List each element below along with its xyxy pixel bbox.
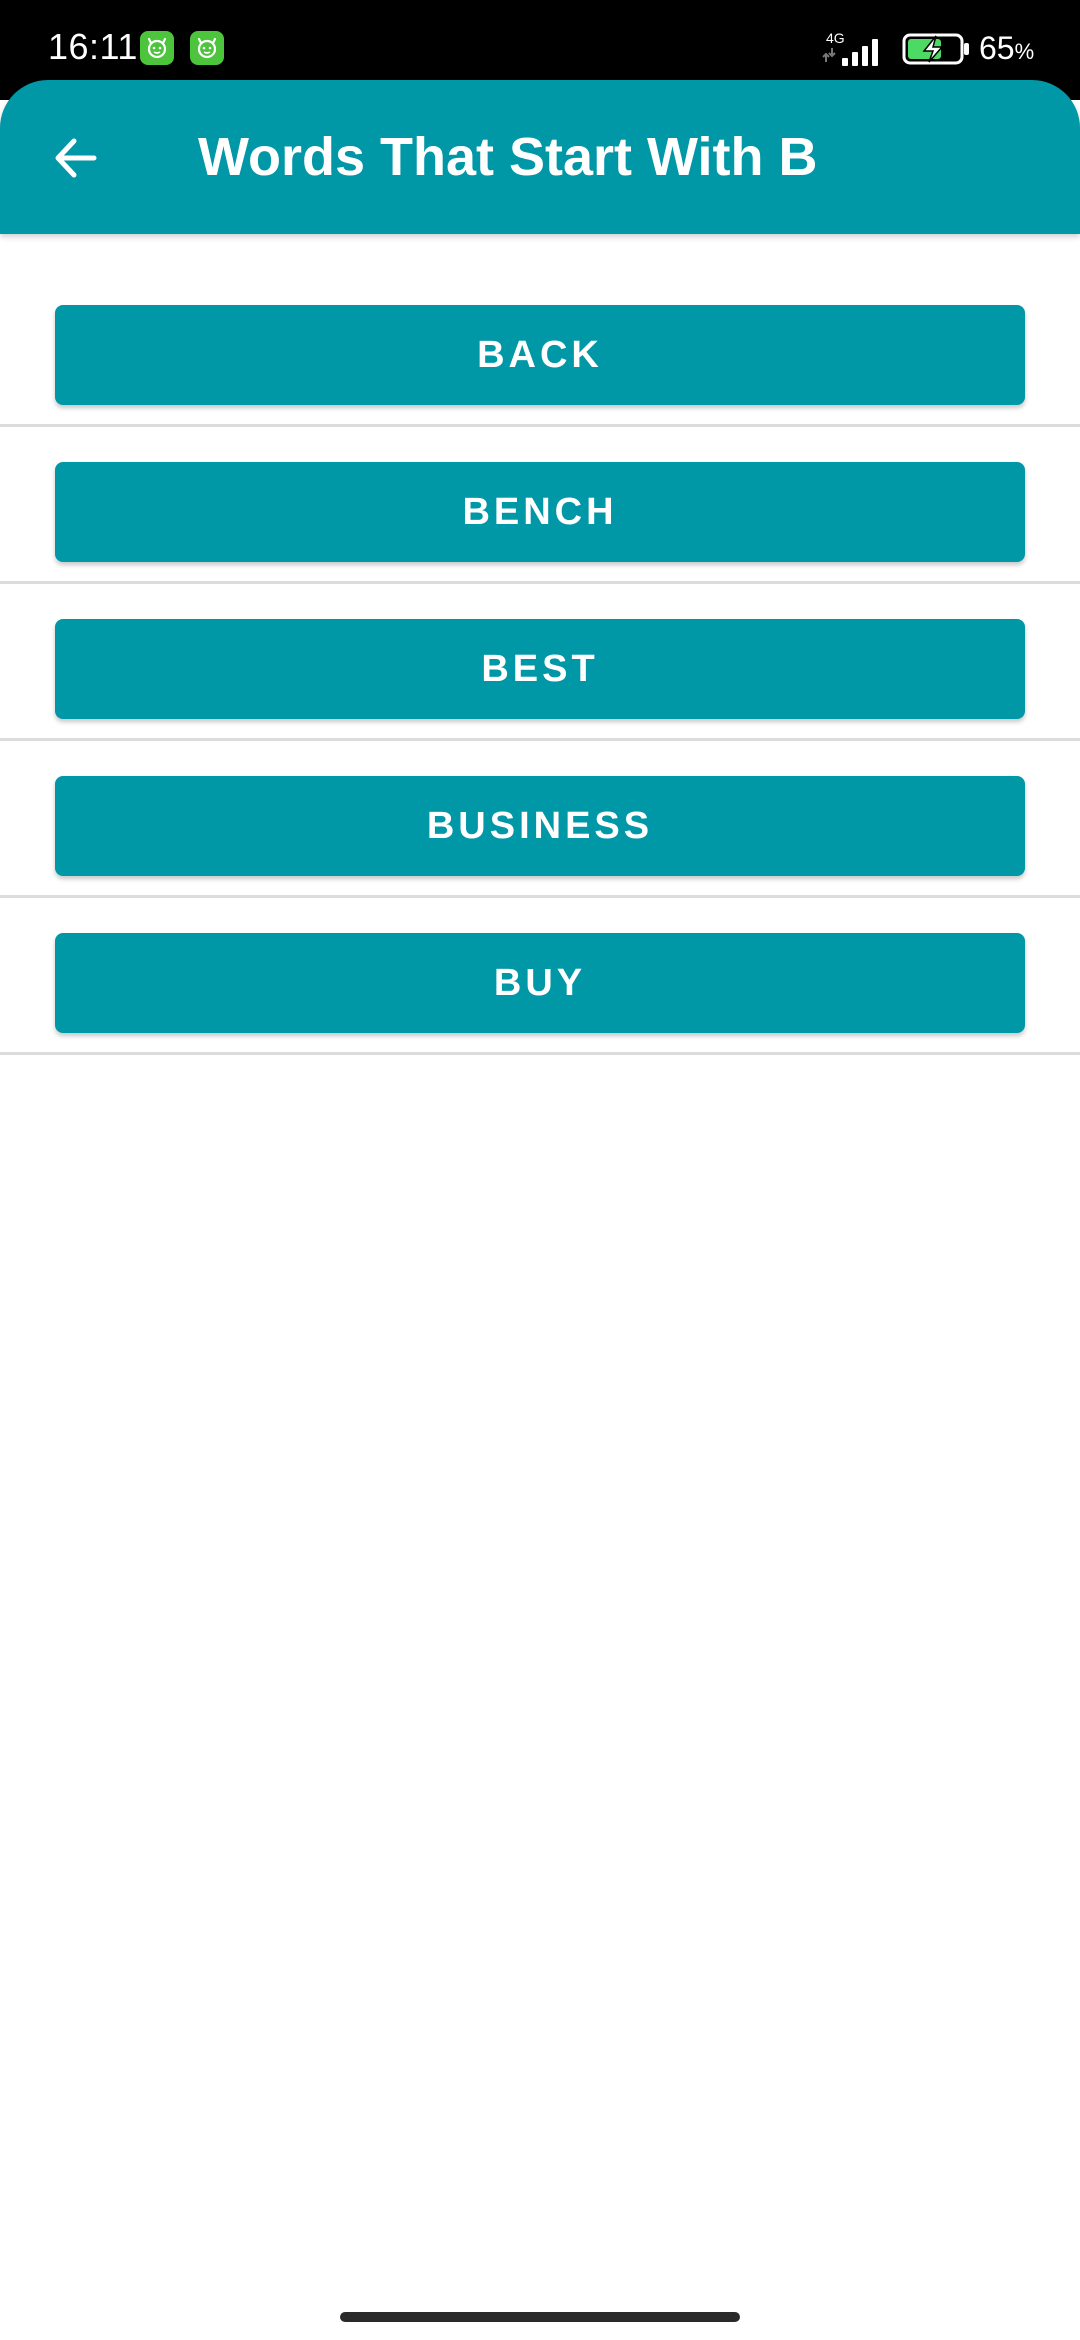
battery-level: 65 bbox=[979, 30, 1015, 66]
battery-charging-icon bbox=[902, 33, 969, 65]
gesture-navigation-bar[interactable] bbox=[340, 2312, 740, 2322]
word-button-back[interactable]: BACK bbox=[55, 305, 1025, 405]
list-item: BEST bbox=[0, 584, 1080, 741]
screen: 16:11 4G 65% Words That Start With B BAC… bbox=[0, 0, 1080, 2340]
list-item: BACK bbox=[0, 270, 1080, 427]
list-item: BENCH bbox=[0, 427, 1080, 584]
battery-percentage: 65% bbox=[979, 30, 1034, 67]
word-button-business[interactable]: BUSINESS bbox=[55, 776, 1025, 876]
battery-unit: % bbox=[1014, 39, 1035, 64]
app-bar: Words That Start With B bbox=[0, 80, 1080, 234]
word-button-bench[interactable]: BENCH bbox=[55, 462, 1025, 562]
word-list: BACK BENCH BEST BUSINESS BUY bbox=[0, 270, 1080, 1055]
back-button[interactable] bbox=[36, 118, 116, 198]
app-notification-icon bbox=[140, 31, 174, 65]
list-item: BUSINESS bbox=[0, 741, 1080, 898]
page-title: Words That Start With B bbox=[198, 127, 818, 187]
app-notification-icon bbox=[190, 31, 224, 65]
arrow-back-icon bbox=[55, 138, 97, 178]
word-button-best[interactable]: BEST bbox=[55, 619, 1025, 719]
list-item: BUY bbox=[0, 898, 1080, 1055]
word-button-buy[interactable]: BUY bbox=[55, 933, 1025, 1033]
status-time: 16:11 bbox=[48, 26, 138, 67]
signal-strength-icon bbox=[822, 39, 878, 66]
